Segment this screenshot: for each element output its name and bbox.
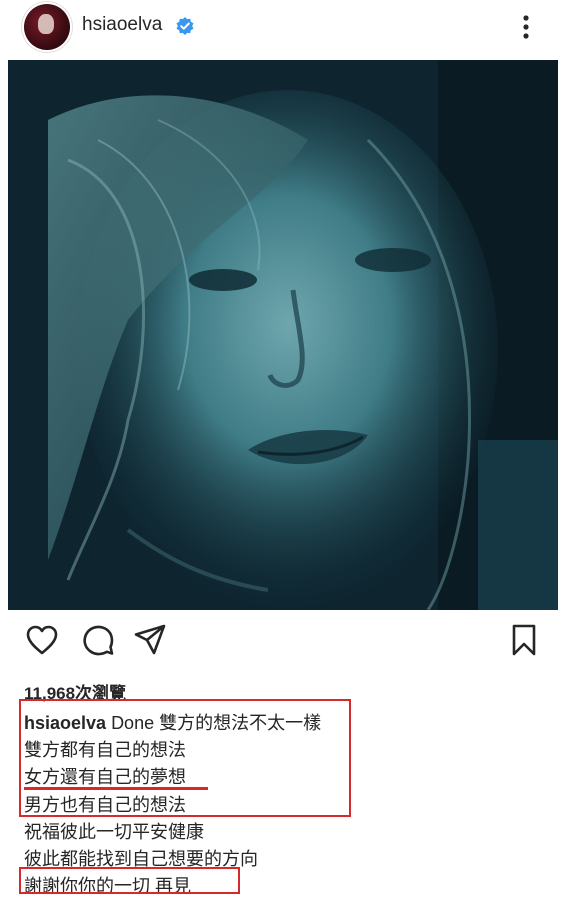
highlight-box-farewell bbox=[19, 867, 240, 894]
photo-face-illustration bbox=[8, 60, 558, 610]
highlight-box-caption bbox=[19, 699, 351, 817]
avatar[interactable] bbox=[24, 4, 70, 50]
verified-badge-icon bbox=[176, 17, 194, 35]
highlight-underline bbox=[24, 787, 208, 790]
bookmark-icon[interactable] bbox=[506, 622, 542, 658]
post-photo[interactable] bbox=[8, 60, 558, 610]
action-bar bbox=[0, 622, 566, 662]
caption-line-5: 祝福彼此一切平安健康 bbox=[24, 822, 204, 842]
more-vertical-icon[interactable] bbox=[514, 12, 538, 42]
post-username[interactable]: hsiaoelva bbox=[82, 14, 162, 36]
send-icon[interactable] bbox=[132, 622, 168, 658]
heart-icon[interactable] bbox=[24, 622, 60, 658]
comment-icon[interactable] bbox=[80, 622, 116, 658]
post-header: hsiaoelva bbox=[0, 0, 566, 56]
